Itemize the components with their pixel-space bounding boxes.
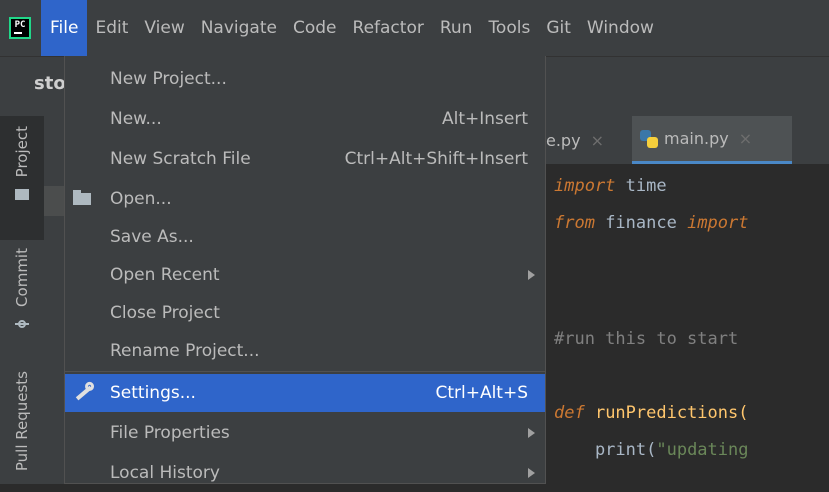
- file-menu-dropdown: New Project... New... Alt+Insert New Scr…: [64, 56, 546, 484]
- pycharm-logo-icon[interactable]: PC: [9, 17, 31, 39]
- commit-icon: [15, 317, 29, 331]
- left-tool-strip: Project Commit Pull Requests: [0, 116, 45, 484]
- project-breadcrumb[interactable]: sto: [34, 73, 66, 94]
- code-print-line: print("updating: [554, 440, 749, 460]
- menu-item-new[interactable]: New... Alt+Insert: [65, 100, 545, 138]
- code-line-1: import time: [554, 176, 667, 196]
- menu-git[interactable]: Git: [538, 0, 579, 56]
- menu-edit[interactable]: Edit: [87, 0, 136, 56]
- menu-item-new-scratch-file[interactable]: New Scratch File Ctrl+Alt+Shift+Insert: [65, 140, 545, 178]
- code-def-line: def runPredictions(: [554, 403, 749, 423]
- menu-separator: [65, 371, 545, 372]
- menu-tools[interactable]: Tools: [480, 0, 538, 56]
- tab-e-py-label: e.py: [546, 130, 581, 150]
- submenu-arrow-icon: [528, 468, 535, 478]
- tool-tab-project[interactable]: Project: [0, 116, 44, 240]
- menu-item-local-history[interactable]: Local History: [65, 454, 545, 492]
- menu-navigate[interactable]: Navigate: [193, 0, 285, 56]
- menu-item-save-as[interactable]: Save As...: [65, 218, 545, 256]
- tool-tab-project-label: Project: [13, 126, 31, 178]
- menu-item-open[interactable]: Open...: [65, 180, 545, 218]
- project-tree-selected-row[interactable]: [44, 186, 64, 216]
- tab-main-py-label: main.py: [664, 129, 729, 148]
- submenu-arrow-icon: [528, 270, 535, 280]
- code-line-2: from finance import: [554, 213, 749, 233]
- menu-item-new-project[interactable]: New Project...: [65, 60, 545, 98]
- close-icon[interactable]: ×: [591, 131, 604, 150]
- menu-item-close-project[interactable]: Close Project: [65, 294, 545, 332]
- wrench-icon: [73, 384, 93, 402]
- menu-refactor[interactable]: Refactor: [345, 0, 432, 56]
- menu-item-settings[interactable]: Settings... Ctrl+Alt+S: [65, 374, 545, 412]
- tool-tab-pull-requests-label: Pull Requests: [13, 371, 31, 472]
- open-folder-icon: [73, 190, 93, 208]
- code-editor[interactable]: import time from finance import #run thi…: [546, 164, 829, 484]
- tool-tab-commit[interactable]: Commit: [0, 248, 44, 358]
- code-comment-line: #run this to start: [554, 329, 739, 349]
- editor-tabs: e.py × main.py ×: [546, 116, 829, 165]
- menu-code[interactable]: Code: [285, 0, 345, 56]
- menu-item-file-properties[interactable]: File Properties: [65, 414, 545, 452]
- python-file-icon: [640, 129, 658, 148]
- submenu-arrow-icon: [528, 428, 535, 438]
- tool-tab-pull-requests[interactable]: Pull Requests: [0, 371, 44, 484]
- tool-tab-commit-label: Commit: [13, 248, 31, 307]
- tab-e-py[interactable]: e.py ×: [546, 116, 632, 164]
- close-icon[interactable]: ×: [739, 129, 752, 148]
- menu-run[interactable]: Run: [432, 0, 481, 56]
- tab-main-py[interactable]: main.py ×: [632, 116, 792, 164]
- menu-item-open-recent[interactable]: Open Recent: [65, 256, 545, 294]
- menu-bar: PC File Edit View Navigate Code Refactor…: [0, 0, 829, 56]
- menu-file[interactable]: File: [41, 0, 88, 56]
- project-tree-panel: [44, 116, 64, 484]
- menu-view[interactable]: View: [136, 0, 192, 56]
- menu-item-rename-project[interactable]: Rename Project...: [65, 332, 545, 370]
- folder-icon: [15, 189, 29, 201]
- menu-window[interactable]: Window: [579, 0, 662, 56]
